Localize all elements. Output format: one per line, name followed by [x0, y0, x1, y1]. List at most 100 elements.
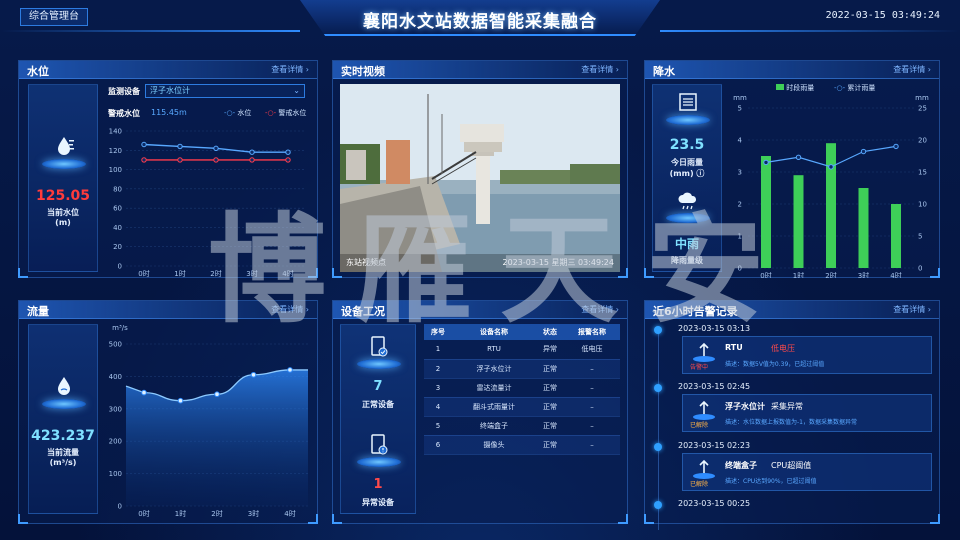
y-tick-label: 100: [109, 470, 122, 478]
table-row[interactable]: 4 翻斗式雨量计 正常 –: [424, 397, 620, 417]
table-row[interactable]: 5 终端盒子 正常 –: [424, 416, 620, 436]
legend-line-icon: -○-: [834, 84, 846, 92]
table-row[interactable]: 1 RTU 异常 低电压: [424, 340, 620, 360]
rainfall-value: 23.5: [669, 137, 705, 153]
alarm-status-badge: 告警中: [690, 364, 709, 371]
y-tick-label-right: 20: [918, 137, 927, 145]
panel-header: 设备工况 查看详情 ›: [333, 301, 627, 319]
view-details-link[interactable]: 查看详情 ›: [581, 64, 619, 75]
flow-area: [126, 369, 308, 506]
alarm-time: 2023-03-15 02:45: [678, 382, 751, 391]
y-axis-unit-right: mm: [915, 94, 929, 102]
data-point: [860, 148, 867, 155]
alarm-card[interactable]: 终端盒子 CPU超阈值 描述：CPU达到90%，已超过阈值 已解除: [682, 453, 932, 491]
video-caption-right: 2023-03-15 星期三 03:49:24: [502, 258, 614, 267]
water-level-stat: 125.05 当前水位 (m): [28, 84, 98, 272]
view-details-link[interactable]: 查看详情 ›: [271, 64, 309, 75]
timeline-dot: [654, 501, 662, 509]
x-tick-label: 1时: [175, 509, 186, 518]
alarm-description: 描述：CPU达到90%，已超过阈值: [725, 478, 817, 485]
rain-bar: [891, 204, 901, 268]
data-point: [214, 391, 220, 398]
alarm-type: 低电压: [771, 344, 795, 353]
y-tick-label: 400: [109, 373, 122, 381]
view-details-link[interactable]: 查看详情 ›: [271, 304, 309, 315]
today-rain-unit: (mm) ⓘ: [669, 169, 705, 178]
panel-title: 设备工况: [341, 305, 385, 318]
x-tick-label: 1时: [793, 271, 804, 278]
cell-status: 正常: [536, 397, 564, 417]
x-tick-label: 3时: [248, 509, 259, 518]
data-point: [177, 157, 183, 163]
cell-alarm-name: –: [564, 435, 620, 455]
cell-alarm-name: –: [564, 397, 620, 417]
header-line-right: [660, 30, 960, 32]
data-point: [177, 397, 184, 404]
view-details-link[interactable]: 查看详情 ›: [581, 304, 619, 315]
alarm-device-name: 终端盒子: [725, 461, 757, 470]
data-point: [795, 154, 802, 160]
video-frame: [340, 84, 620, 272]
cell-device-name: 浮子水位计: [452, 359, 536, 379]
data-point: [141, 141, 147, 148]
y-tick-label-right: 10: [918, 201, 927, 209]
live-video-feed[interactable]: 东站视频点 2023-03-15 星期三 03:49:24: [340, 84, 620, 272]
admin-console-button[interactable]: 综合管理台: [20, 8, 88, 26]
table-row[interactable]: 3 雷达流量计 正常 –: [424, 378, 620, 398]
abnormal-device-count: 1: [373, 477, 383, 492]
data-point: [249, 157, 255, 163]
device-warn-icon: [354, 433, 404, 462]
y-tick-label-right: 25: [918, 105, 927, 113]
header-line-left: [0, 30, 300, 32]
pedestal: [354, 433, 404, 467]
panel-header: 降水 查看详情 ›: [645, 61, 939, 79]
device-select[interactable]: 浮子水位计 ⌄: [145, 84, 305, 98]
flow-label: 当前流量: [47, 448, 79, 457]
x-tick-label: 1时: [174, 269, 185, 278]
flow-stat: 423.237 当前流量 (m³/s): [28, 324, 98, 514]
panel-title: 近6小时告警记录: [653, 305, 738, 318]
flow-value: 423.237: [31, 428, 95, 444]
cell-status: 异常: [536, 340, 564, 360]
pedestal: [663, 189, 713, 223]
y-tick-label-right: 0: [918, 265, 922, 273]
normal-device-label: 正常设备: [362, 400, 394, 409]
y-tick-label: 200: [109, 438, 122, 446]
y-tick-label-left: 1: [738, 233, 742, 241]
y-tick-label: 80: [113, 185, 122, 193]
data-point: [249, 149, 255, 155]
cell-no: 3: [424, 378, 452, 398]
x-tick-label: 4时: [284, 509, 295, 518]
x-tick-label: 2时: [825, 271, 836, 278]
data-point: [141, 389, 147, 396]
alarm-type: CPU超阈值: [771, 461, 812, 470]
device-table-body: 1 RTU 异常 低电压 2 浮子水位计 正常 –3 雷达流量计 正常 –4 翻斗式雨量计 正常 –5 终端…: [424, 340, 620, 455]
view-details-link[interactable]: 查看详情 ›: [893, 64, 931, 75]
y-tick-label-left: 3: [738, 169, 742, 177]
pedestal: [39, 375, 89, 409]
x-tick-label: 4时: [890, 271, 901, 278]
station-icon: [691, 458, 717, 480]
y-tick-label-right: 5: [918, 233, 922, 241]
col-header-status: 状态: [536, 324, 564, 340]
table-row[interactable]: 6 摄像头 正常 –: [424, 435, 620, 455]
y-tick-label: 40: [113, 224, 122, 232]
y-tick-label: 500: [109, 341, 122, 349]
panel-header: 流量 查看详情 ›: [19, 301, 317, 319]
rain-level-label: 降雨量级: [671, 256, 703, 265]
cell-status: 正常: [536, 359, 564, 379]
water-drop-icon: [39, 375, 89, 404]
cell-device-name: 雷达流量计: [452, 378, 536, 398]
panel-header: 水位 查看详情 ›: [19, 61, 317, 79]
water-level-chart: 0 20 40 60 80 100 120 140 0时 1时 2时 3时 4时: [109, 128, 306, 278]
alarm-card[interactable]: 浮子水位计 采集异常 描述：水位数据上报数值为-1，数据采集数据异常 已解除: [682, 394, 932, 432]
cell-status: 正常: [536, 416, 564, 436]
col-header-no: 序号: [424, 324, 452, 340]
cell-no: 6: [424, 435, 452, 455]
table-row[interactable]: 2 浮子水位计 正常 –: [424, 359, 620, 379]
cell-status: 正常: [536, 435, 564, 455]
alarm-card[interactable]: RTU 低电压 描述：数据5V值为0.39，已超过阈值 告警中: [682, 336, 932, 374]
rainfall-chart: mm mm 0 1 2 3 4 5 0 5 10 15 20 25 0时 1时 2时 3时 4时: [733, 94, 929, 278]
pedestal: [663, 91, 713, 125]
view-details-link[interactable]: 查看详情 ›: [893, 304, 931, 315]
